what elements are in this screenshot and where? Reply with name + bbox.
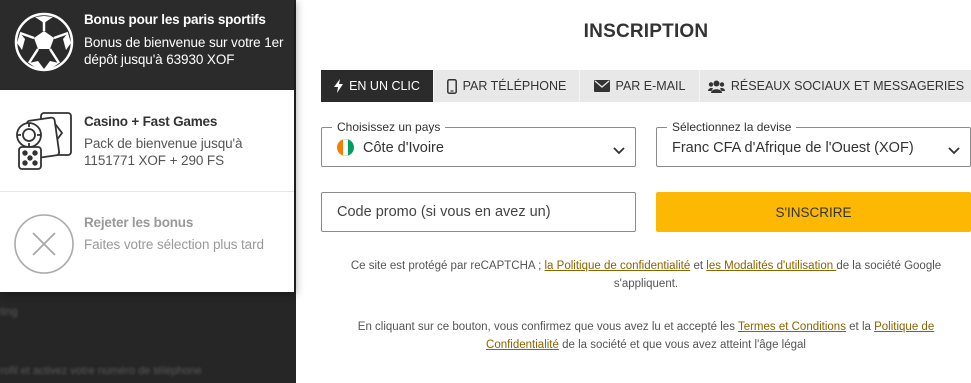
sport-bonus-description: Bonus de bienvenue sur votre 1er dépôt j… [84,35,284,67]
register-button[interactable]: S'INSCRIRE [656,192,971,232]
notice-text: Ce site est protégé par reCAPTCHA ; [350,260,545,272]
promo-code-field[interactable] [321,192,636,232]
notice-text: En cliquant sur ce bouton, vous confirme… [357,321,738,333]
cote-divoire-flag-icon [337,139,354,156]
lightning-icon [334,79,344,93]
sport-bonus-title: Bonus pour les paris sportifs [84,12,266,27]
country-select-value: Côte d'Ivoire [363,140,444,156]
chevron-down-icon [948,142,960,160]
registration-tabs: EN UN CLIC PAR TÉLÉPHONE PAR E-MAIL RÉSE… [321,70,971,102]
tab-email[interactable]: PAR E-MAIL [580,70,700,102]
recaptcha-notice: Ce site est protégé par reCAPTCHA ; la P… [321,257,971,293]
casino-cards-dice-icon [15,111,77,173]
terms-notice: En cliquant sur ce bouton, vous confirme… [321,318,971,354]
terms-of-use-link[interactable]: les Modalités d'utilisation [706,260,836,272]
privacy-policy-link[interactable]: la Politique de confidentialité [545,260,691,272]
background-text: ting [0,306,18,318]
tab-social-networks[interactable]: RÉSEAUX SOCIAUX ET MESSAGERIES [700,70,971,102]
notice-text: et [690,260,707,272]
reject-bonus-option[interactable]: Rejeter les bonus Faites votre sélection… [0,192,294,292]
reject-bonus-title: Rejeter les bonus [84,215,194,230]
currency-select[interactable]: Sélectionnez la devise Franc CFA d'Afriq… [656,120,971,167]
currency-select-label: Sélectionnez la devise [667,120,797,134]
tab-label: RÉSEAUX SOCIAUX ET MESSAGERIES [730,79,965,93]
tab-one-click[interactable]: EN UN CLIC [321,70,434,102]
phone-icon [446,78,457,94]
casino-bonus-title: Casino + Fast Games [84,114,218,129]
country-select-label: Choisissez un pays [332,120,446,134]
promo-code-input[interactable] [322,193,635,231]
tab-label: PAR TÉLÉPHONE [462,79,567,93]
close-circle-icon [13,213,75,275]
notice-text: et la [845,321,875,333]
chevron-down-icon [613,142,625,160]
page-title: INSCRIPTION [583,21,709,42]
tab-phone[interactable]: PAR TÉLÉPHONE [434,70,580,102]
envelope-icon [593,80,610,92]
users-icon [707,80,725,93]
casino-bonus-description: Pack de bienvenue jusqu'à 1151771 XOF + … [84,136,243,168]
tab-label: EN UN CLIC [349,79,420,93]
country-select[interactable]: Choisissez un pays Côte d'Ivoire [321,120,636,167]
notice-text: de la société et que vous avez atteint l… [558,339,806,351]
casino-bonus-option[interactable]: Casino + Fast Games Pack de bienvenue ju… [0,90,294,192]
soccer-ball-icon [13,11,75,73]
reject-bonus-description: Faites votre sélection plus tard [84,237,264,252]
bonus-selection-panel: Bonus pour les paris sportifs Bonus de b… [0,0,294,292]
background-text: rofil et activez votre numéro de télépho… [0,365,202,377]
terms-and-conditions-link[interactable]: Termes et Conditions [738,321,846,333]
sport-bonus-option[interactable]: Bonus pour les paris sportifs Bonus de b… [0,0,294,90]
tab-label: PAR E-MAIL [615,79,686,93]
currency-select-value: Franc CFA d'Afrique de l'Ouest (XOF) [672,140,914,156]
